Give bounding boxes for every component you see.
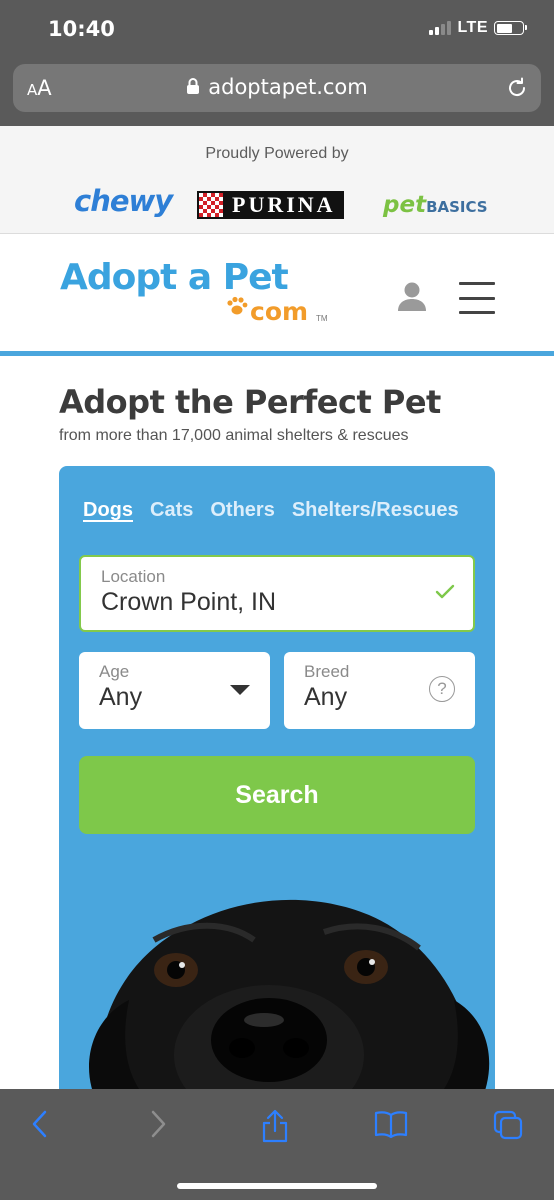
back-icon[interactable] [30, 1109, 52, 1144]
pet-search-card: Dogs Cats Others Shelters/Rescues Locati… [59, 466, 495, 1106]
purina-logo[interactable]: PURINA [197, 191, 344, 219]
chewy-logo[interactable]: chewy [74, 184, 173, 218]
home-indicator[interactable] [177, 1183, 377, 1189]
age-select[interactable]: Age Any [79, 652, 270, 729]
tab-cats[interactable]: Cats [150, 499, 193, 522]
dropdown-arrow-icon [230, 685, 250, 695]
checkmark-icon [435, 584, 455, 605]
age-value: Any [99, 683, 143, 711]
age-label: Age [99, 662, 130, 681]
signal-icon [429, 21, 452, 35]
page-subtitle: from more than 17,000 animal shelters & … [59, 427, 409, 444]
lock-icon [186, 76, 200, 100]
tabs-icon[interactable] [492, 1109, 524, 1146]
site-logo[interactable]: Adopt a Pet [60, 257, 289, 298]
breed-value: Any [304, 683, 348, 711]
page-title: Adopt the Perfect Pet [59, 383, 441, 421]
status-indicators: LTE [429, 19, 527, 37]
tab-dogs[interactable]: Dogs [83, 499, 133, 522]
url-field[interactable]: adoptapet.com [13, 75, 541, 100]
breed-label: Breed [304, 662, 350, 681]
checkerboard-icon [199, 193, 223, 217]
bookmarks-icon[interactable] [374, 1109, 408, 1144]
trademark-text: TM [316, 314, 328, 323]
status-time: 10:40 [48, 17, 115, 41]
location-field[interactable]: Location Crown Point, IN [79, 555, 475, 632]
address-bar[interactable]: AA adoptapet.com [13, 64, 541, 112]
powered-by-text: Proudly Powered by [205, 145, 349, 162]
sponsor-banner: Proudly Powered by chewy PURINA petBASIC… [0, 126, 554, 234]
forward-icon[interactable] [146, 1109, 168, 1144]
help-icon[interactable]: ? [429, 676, 455, 702]
paw-icon [226, 296, 248, 321]
tab-shelters-rescues[interactable]: Shelters/Rescues [292, 499, 459, 522]
breed-field[interactable]: Breed Any ? [284, 652, 475, 729]
location-label: Location [101, 567, 166, 586]
battery-icon [494, 21, 527, 35]
site-header: Adopt a Pet com TM [0, 235, 554, 353]
dog-photo [59, 880, 495, 1106]
url-text: adoptapet.com [208, 75, 368, 99]
user-account-icon[interactable] [396, 281, 428, 316]
location-value: Crown Point, IN [101, 588, 277, 616]
logo-com-text: com [250, 297, 309, 326]
header-divider [0, 351, 554, 356]
reload-icon[interactable] [505, 76, 529, 105]
browser-chrome: 10:40 LTE AA adoptapet.com [0, 0, 554, 126]
hamburger-menu-icon[interactable] [459, 282, 495, 314]
tab-others[interactable]: Others [210, 499, 274, 522]
search-button[interactable]: Search [79, 756, 475, 834]
share-icon[interactable] [260, 1109, 290, 1148]
petbasics-logo[interactable]: petBASICS [383, 192, 488, 218]
pet-type-tabs: Dogs Cats Others Shelters/Rescues [83, 499, 459, 522]
network-label: LTE [457, 19, 488, 36]
